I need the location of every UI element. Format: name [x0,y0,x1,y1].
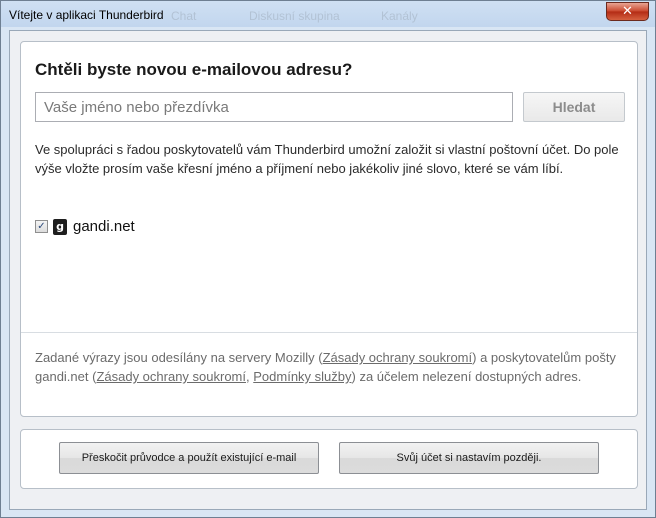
provider-name: gandi.net [73,218,135,235]
dialog-content: Chtěli byste novou e-mailovou adresu? Hl… [9,30,647,510]
ghost-tab-chat: Chat [171,9,197,23]
ghost-tab-newsgroup: Diskusní skupina [249,9,340,23]
window: Chat Diskusní skupina Kanály Vítejte v a… [0,0,656,518]
gandi-logo-icon: g [53,218,67,235]
ghost-tab-feeds: Kanály [381,9,418,23]
setup-later-button[interactable]: Svůj účet si nastavím později. [339,442,599,474]
close-icon: ✕ [622,4,633,19]
name-search-input[interactable] [35,92,513,122]
window-title: Vítejte v aplikaci Thunderbird [9,8,164,22]
title-bar[interactable]: Chat Diskusní skupina Kanály Vítejte v a… [1,1,655,31]
checkmark-icon: ✓ [37,220,46,232]
search-button[interactable]: Hledat [523,92,625,122]
provider-row-gandi: ✓ g gandi.net [35,218,135,235]
privacy-text: ) za účelem nelezení dostupných adres. [351,369,582,384]
account-search-panel: Chtěli byste novou e-mailovou adresu? Hl… [20,41,638,417]
mozilla-privacy-link[interactable]: Zásady ochrany soukromí [323,350,473,365]
gandi-privacy-link[interactable]: Zásady ochrany soukromí [96,369,246,384]
description-text: Ve spolupráci s řadou poskytovatelů vám … [35,142,619,176]
close-button[interactable]: ✕ [606,2,649,21]
provider-checkbox[interactable]: ✓ [35,220,48,233]
gandi-terms-link[interactable]: Podmínky služby [253,369,351,384]
divider [21,332,637,333]
privacy-notice: Zadané výrazy jsou odesílány na servery … [35,348,627,386]
footer-panel: Přeskočit průvodce a použít existující e… [20,429,638,489]
privacy-text: Zadané výrazy jsou odesílány na servery … [35,350,323,365]
page-title: Chtěli byste novou e-mailovou adresu? [35,60,353,79]
skip-wizard-button[interactable]: Přeskočit průvodce a použít existující e… [59,442,319,474]
